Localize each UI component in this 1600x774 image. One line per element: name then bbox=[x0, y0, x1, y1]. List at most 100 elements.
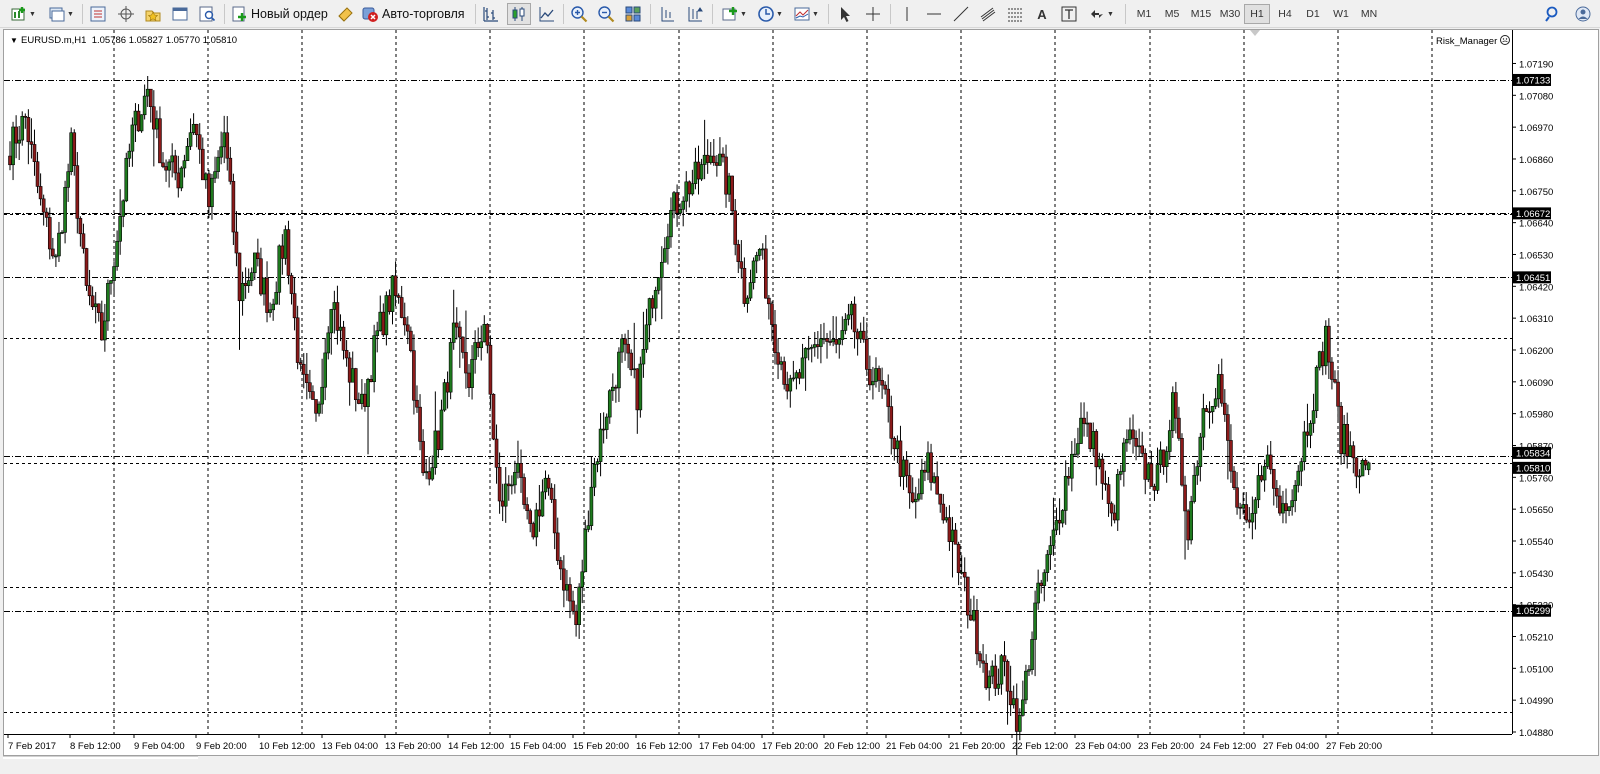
candle-body bbox=[1149, 463, 1154, 487]
candle-body bbox=[185, 146, 190, 162]
time-tick-label: 27 Feb 20:00 bbox=[1326, 741, 1382, 752]
indicators-button[interactable]: ▼ bbox=[718, 3, 750, 25]
candle-body bbox=[629, 352, 633, 371]
candle-body bbox=[568, 584, 572, 602]
text-label-icon bbox=[1060, 5, 1078, 23]
candle-body bbox=[748, 282, 753, 299]
candle-body bbox=[1005, 661, 1010, 692]
chart-window[interactable]: 1.07190 1.07080 1.06970 1.06860 1.06750 1.066… bbox=[3, 29, 1599, 756]
cursor-tool-button[interactable] bbox=[834, 3, 856, 25]
candle-body bbox=[1088, 422, 1092, 450]
navigator-button[interactable] bbox=[115, 3, 137, 25]
candle-body bbox=[812, 344, 817, 348]
community-button[interactable] bbox=[1572, 3, 1594, 25]
candle-body bbox=[378, 311, 383, 332]
timeframe-m15[interactable]: M15 bbox=[1186, 4, 1216, 24]
auto-trading-button[interactable]: Авто-торговля bbox=[361, 3, 467, 25]
candle-body bbox=[1360, 460, 1365, 477]
price-chart[interactable]: 1.07190 1.07080 1.06970 1.06860 1.06750 1.066… bbox=[4, 30, 1598, 755]
candle-body bbox=[262, 277, 266, 295]
text-label-button[interactable] bbox=[1058, 3, 1080, 25]
autoscroll-button[interactable] bbox=[684, 3, 706, 25]
candlestick-chart-button[interactable] bbox=[507, 3, 531, 25]
new-chart-button[interactable]: ▼ bbox=[6, 3, 40, 25]
candle-body bbox=[470, 359, 474, 388]
new-order-button[interactable]: Новый ордер bbox=[230, 3, 328, 25]
crosshair-tool-button[interactable] bbox=[862, 3, 884, 25]
timeframe-m5[interactable]: M5 bbox=[1158, 4, 1186, 24]
candle-body bbox=[724, 156, 728, 195]
candle-body bbox=[1131, 429, 1135, 439]
candle-body bbox=[598, 428, 603, 462]
zoom-in-button[interactable] bbox=[568, 3, 590, 25]
candle-body bbox=[1213, 398, 1218, 407]
periods-button[interactable]: ▼ bbox=[754, 3, 786, 25]
chevron-down-icon: ▼ bbox=[1107, 10, 1114, 18]
candle-body bbox=[1002, 655, 1007, 662]
candle-body bbox=[510, 484, 514, 487]
candle-body bbox=[399, 297, 404, 318]
candle-body bbox=[8, 155, 12, 166]
timeframe-m1[interactable]: M1 bbox=[1131, 4, 1157, 24]
fibonacci-button[interactable] bbox=[1004, 3, 1026, 25]
candle-body bbox=[57, 232, 61, 257]
timeframe-m30[interactable]: M30 bbox=[1215, 4, 1245, 24]
trend-line-button[interactable] bbox=[950, 3, 972, 25]
strategy-tester-button[interactable] bbox=[196, 3, 218, 25]
candle-body bbox=[577, 586, 581, 625]
candle-body bbox=[286, 229, 291, 276]
vertical-line-button[interactable] bbox=[896, 3, 918, 25]
candle-body bbox=[516, 463, 520, 473]
chart-shift-button[interactable] bbox=[656, 3, 678, 25]
toolbar-separator bbox=[563, 4, 564, 24]
timeframe-h1[interactable]: H1 bbox=[1244, 4, 1270, 24]
zoom-out-button[interactable] bbox=[595, 3, 617, 25]
candle-body bbox=[693, 161, 698, 184]
candle-body bbox=[650, 298, 655, 309]
candle-body bbox=[357, 399, 361, 404]
candle-body bbox=[1128, 429, 1132, 440]
profiles-button[interactable]: ▼ bbox=[44, 3, 78, 25]
templates-button[interactable]: ▼ bbox=[790, 3, 822, 25]
equidistant-channel-button[interactable] bbox=[977, 3, 999, 25]
candle-body bbox=[837, 339, 842, 345]
candle-body bbox=[886, 388, 891, 407]
candle-body bbox=[142, 95, 147, 116]
tile-windows-button[interactable] bbox=[622, 3, 644, 25]
candle-body bbox=[47, 217, 52, 250]
search-button[interactable] bbox=[1542, 3, 1564, 25]
arrows-button[interactable]: ▼ bbox=[1085, 3, 1117, 25]
candle-body bbox=[323, 352, 327, 388]
candle-body bbox=[1063, 475, 1068, 511]
candle-body bbox=[705, 154, 710, 163]
candle-body bbox=[571, 600, 575, 612]
candle-body bbox=[678, 209, 682, 214]
text-tool-button[interactable]: A bbox=[1031, 3, 1053, 25]
favorites-button[interactable] bbox=[142, 3, 164, 25]
timeframe-w1[interactable]: W1 bbox=[1327, 4, 1355, 24]
chart-collapse-icon[interactable]: ▼ bbox=[10, 36, 18, 45]
candle-body bbox=[1174, 392, 1178, 419]
line-chart-button[interactable] bbox=[536, 3, 558, 25]
candle-body bbox=[522, 477, 526, 505]
candle-body bbox=[295, 317, 300, 363]
candle-body bbox=[1048, 545, 1053, 555]
horizontal-line-button[interactable] bbox=[923, 3, 945, 25]
timeframe-d1[interactable]: D1 bbox=[1299, 4, 1327, 24]
candle-body bbox=[797, 372, 802, 379]
bar-chart-button[interactable] bbox=[480, 3, 502, 25]
candle-body bbox=[506, 483, 511, 487]
zoom-out-icon bbox=[597, 5, 615, 23]
data-window-button[interactable] bbox=[169, 3, 191, 25]
candle-body bbox=[96, 303, 101, 313]
candle-body bbox=[663, 248, 667, 263]
candle-body bbox=[213, 171, 217, 179]
price-level-badge-label: 1.05299 bbox=[1516, 606, 1550, 617]
timeframe-h4[interactable]: H4 bbox=[1271, 4, 1299, 24]
candle-body bbox=[868, 369, 872, 386]
timeframe-mn[interactable]: MN bbox=[1355, 4, 1383, 24]
market-watch-button[interactable] bbox=[87, 3, 109, 25]
metaeditor-button[interactable] bbox=[334, 3, 356, 25]
line-chart-icon bbox=[538, 5, 556, 23]
candle-body bbox=[1045, 554, 1050, 573]
